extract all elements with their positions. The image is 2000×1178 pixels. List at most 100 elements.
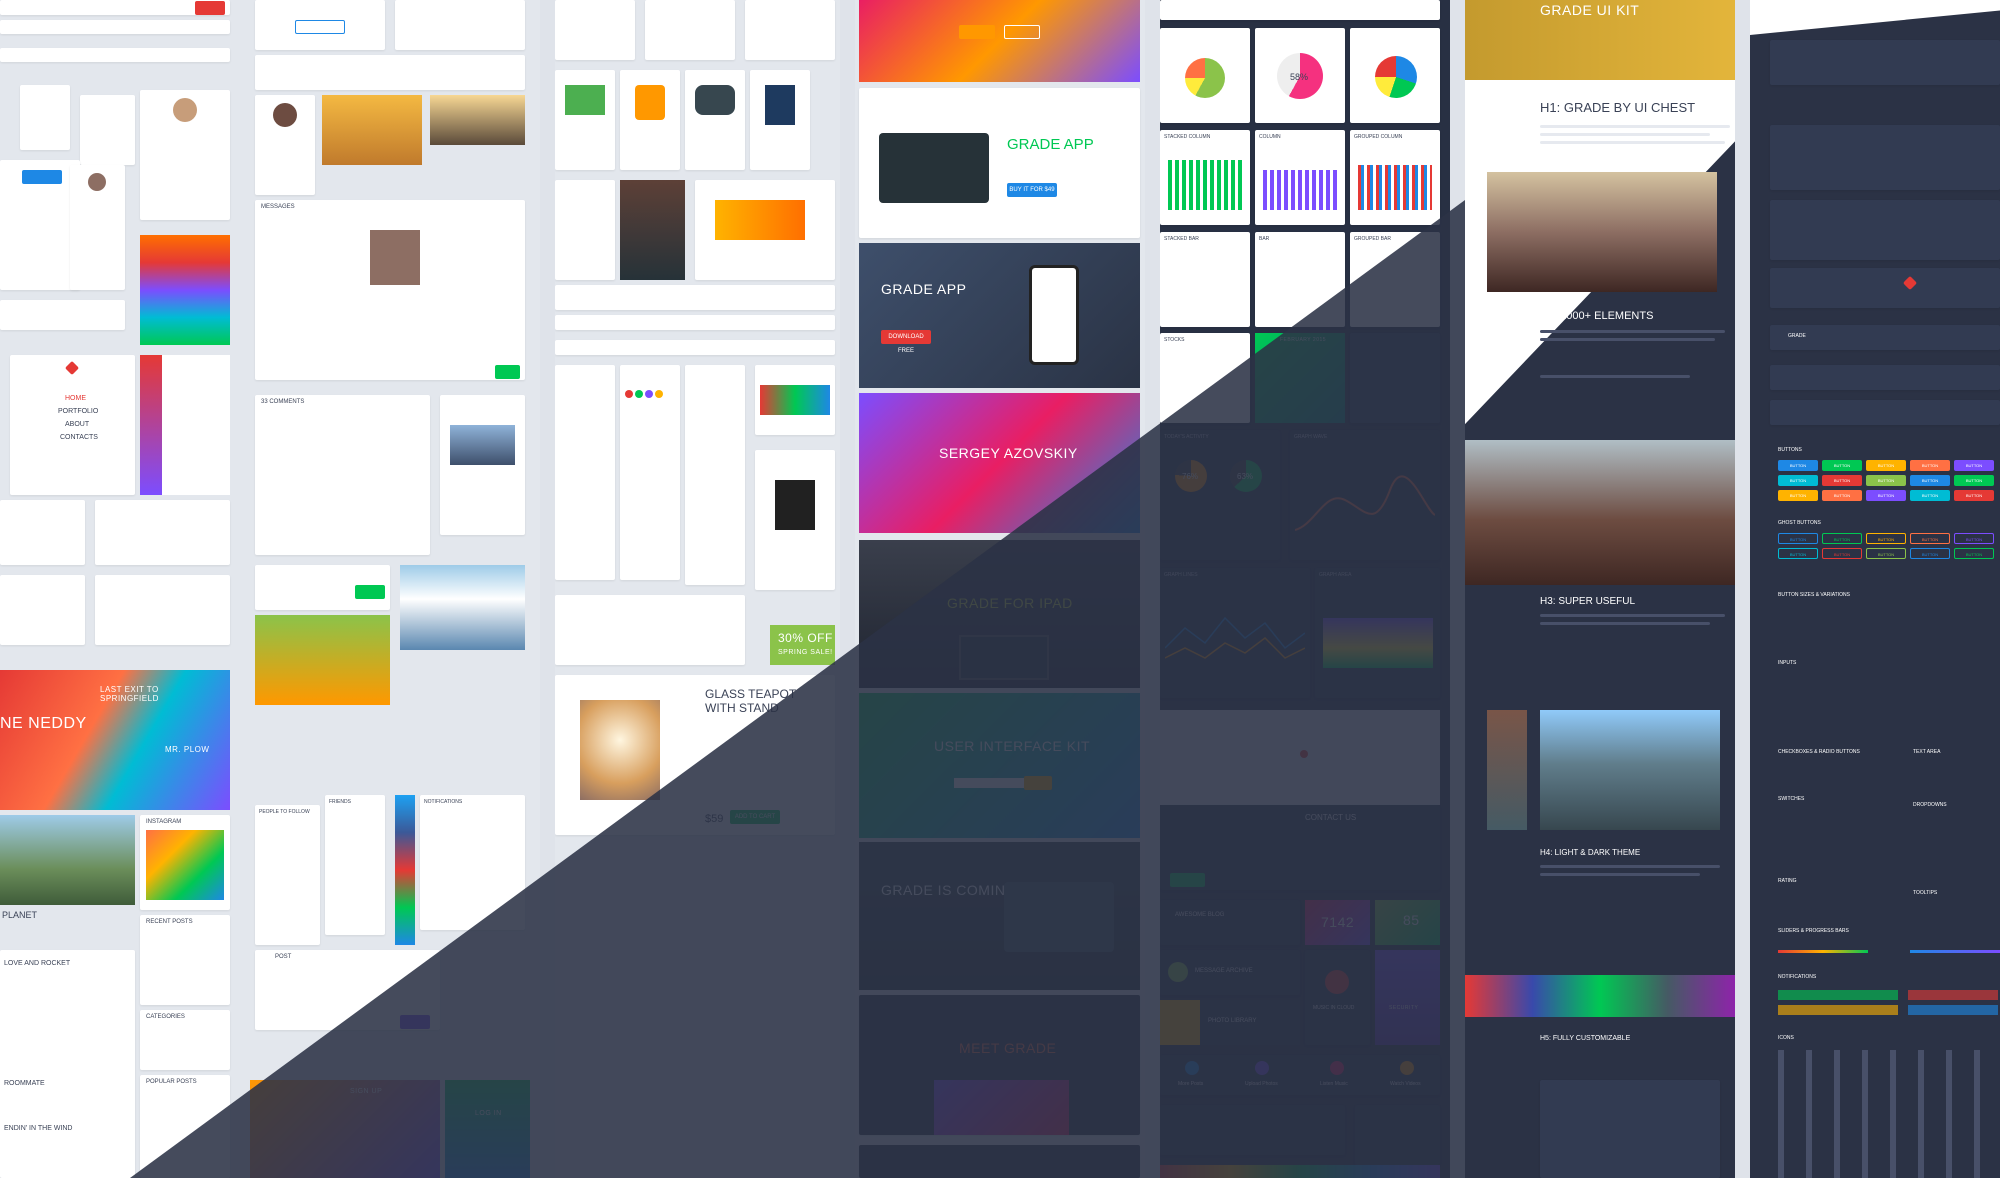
round-action-button[interactable]	[1185, 1061, 1199, 1075]
calendar-card[interactable]: FEBRUARY 2015	[1255, 333, 1345, 423]
ghost-button[interactable]: BUTTON	[1954, 548, 1994, 559]
round-action-button[interactable]	[1330, 1061, 1344, 1075]
notification-warning[interactable]	[1778, 1005, 1898, 1015]
follow-button[interactable]	[295, 20, 345, 34]
mountain-photo[interactable]	[1465, 440, 1735, 585]
menu-item-home[interactable]: HOME	[65, 395, 86, 402]
subscribe-input[interactable]	[954, 778, 1024, 788]
round-action-button[interactable]	[1255, 1061, 1269, 1075]
add-to-cart-button[interactable]: ADD TO CART	[730, 810, 780, 824]
menu-item-about[interactable]: ABOUT	[65, 421, 89, 428]
sample-button[interactable]: BUTTON	[1954, 460, 1994, 471]
sample-button[interactable]: BUTTON	[1778, 475, 1818, 486]
photo-gallery[interactable]	[1465, 975, 1735, 1017]
range-slider[interactable]	[555, 285, 835, 310]
publish-button[interactable]	[400, 1015, 430, 1029]
column-3: 30% OFF SPRING SALE! GLASS TEAPOT WITH S…	[555, 0, 840, 1178]
photo-library-tile[interactable]: PHOTO LIBRARY	[1160, 1000, 1300, 1045]
upload-button[interactable]	[22, 170, 62, 184]
post-title-1[interactable]: LOVE AND ROCKET	[4, 960, 70, 967]
photo-caption: PLANET	[2, 910, 38, 920]
ghost-button[interactable]: BUTTON	[1778, 533, 1818, 544]
dropdown-menu[interactable]	[20, 85, 70, 150]
slider-track[interactable]	[1778, 950, 1868, 953]
post-title-3[interactable]: ENDIN' IN THE WIND	[4, 1125, 73, 1132]
ghost-button[interactable]: BUTTON	[1954, 533, 1994, 544]
round-action-button[interactable]	[1400, 1061, 1414, 1075]
video-card[interactable]	[255, 615, 390, 705]
teapot-image[interactable]	[580, 700, 660, 800]
sample-button[interactable]: BUTTON	[1822, 475, 1862, 486]
security-tile[interactable]: SECURITY	[1375, 950, 1440, 1045]
jacket-card[interactable]	[755, 450, 835, 590]
product-tile[interactable]	[555, 0, 635, 60]
post-editor[interactable]: POST	[255, 950, 440, 1030]
notification-error[interactable]	[1908, 990, 1998, 1000]
tasks-tile[interactable]: 85	[1375, 900, 1440, 945]
music-tile[interactable]: MUSIC IN CLOUD	[1305, 950, 1370, 1045]
sample-button[interactable]: BUTTON	[1822, 490, 1862, 501]
product-tile[interactable]	[750, 70, 810, 170]
tnw-card	[1160, 1105, 1345, 1155]
messages-tile[interactable]: 7142	[1305, 900, 1370, 945]
search-bar[interactable]	[0, 20, 230, 34]
buy-button[interactable]: BUY IT FOR $49	[1007, 183, 1057, 197]
nav-tabs[interactable]	[0, 48, 230, 62]
ghost-button[interactable]: BUTTON	[1778, 548, 1818, 559]
slider-track-2[interactable]	[1910, 950, 2000, 953]
submit-button[interactable]	[355, 585, 385, 599]
bowls-card[interactable]	[695, 180, 835, 280]
sample-button[interactable]: BUTTON	[1954, 475, 1994, 486]
map-card[interactable]	[1160, 710, 1440, 805]
menu-item-portfolio[interactable]: PORTFOLIO	[58, 408, 98, 415]
dropdown-menu-2[interactable]	[80, 95, 135, 165]
send-message-button[interactable]	[1170, 873, 1205, 887]
product-tile[interactable]	[620, 70, 680, 170]
ghost-button[interactable]: BUTTON	[1822, 548, 1862, 559]
download-button[interactable]: DOWNLOAD FREE	[881, 330, 931, 354]
sample-button[interactable]: BUTTON	[1866, 460, 1906, 471]
avatar[interactable]	[88, 173, 106, 191]
sample-button[interactable]: BUTTON	[1778, 490, 1818, 501]
avatar[interactable]	[173, 98, 197, 122]
thumb-strip[interactable]	[1487, 710, 1527, 830]
brand[interactable]: GRADE	[1788, 333, 1806, 339]
sample-button[interactable]: BUTTON	[1910, 475, 1950, 486]
notification-success[interactable]	[1778, 990, 1898, 1000]
menu-item-contacts[interactable]: CONTACTS	[60, 434, 98, 441]
product-tile[interactable]	[555, 70, 615, 170]
canyon-photo[interactable]	[1487, 172, 1717, 292]
subscribe-button[interactable]	[1024, 776, 1052, 790]
ghost-button[interactable]: BUTTON	[1910, 548, 1950, 559]
message-photo[interactable]	[370, 230, 420, 285]
sample-button[interactable]: BUTTON	[1910, 460, 1950, 471]
sample-button[interactable]: BUTTON	[1866, 490, 1906, 501]
watch-photo[interactable]	[620, 180, 685, 280]
sale-banner[interactable]: 30% OFF SPRING SALE!	[770, 625, 835, 665]
filter-panel	[555, 365, 615, 580]
pagination[interactable]	[95, 575, 230, 645]
send-button[interactable]	[495, 365, 520, 379]
road-photo[interactable]	[1540, 710, 1720, 830]
product-tile[interactable]	[685, 70, 745, 170]
ghost-button[interactable]: BUTTON	[1822, 533, 1862, 544]
shop-tabs[interactable]	[555, 340, 835, 355]
top-cta-button[interactable]	[195, 1, 225, 15]
avatar[interactable]	[273, 103, 297, 127]
product-tile[interactable]	[645, 0, 735, 60]
ghost-button[interactable]: BUTTON	[1866, 533, 1906, 544]
filter-bar[interactable]	[555, 315, 835, 330]
sample-button[interactable]: BUTTON	[1954, 490, 1994, 501]
ghost-button[interactable]: BUTTON	[1866, 548, 1906, 559]
ghost-button[interactable]: BUTTON	[1910, 533, 1950, 544]
sample-button[interactable]: BUTTON	[1778, 460, 1818, 471]
product-tile[interactable]	[745, 0, 835, 60]
post-title-2[interactable]: ROOMMATE	[4, 1080, 45, 1087]
post-list: LOVE AND ROCKET ROOMMATE ENDIN' IN THE W…	[0, 950, 135, 1178]
social-column[interactable]	[395, 795, 415, 945]
recent-posts-title: RECENT POSTS	[146, 919, 193, 925]
sample-button[interactable]: BUTTON	[1866, 475, 1906, 486]
notification-info[interactable]	[1908, 1005, 1998, 1015]
sample-button[interactable]: BUTTON	[1822, 460, 1862, 471]
sample-button[interactable]: BUTTON	[1910, 490, 1950, 501]
